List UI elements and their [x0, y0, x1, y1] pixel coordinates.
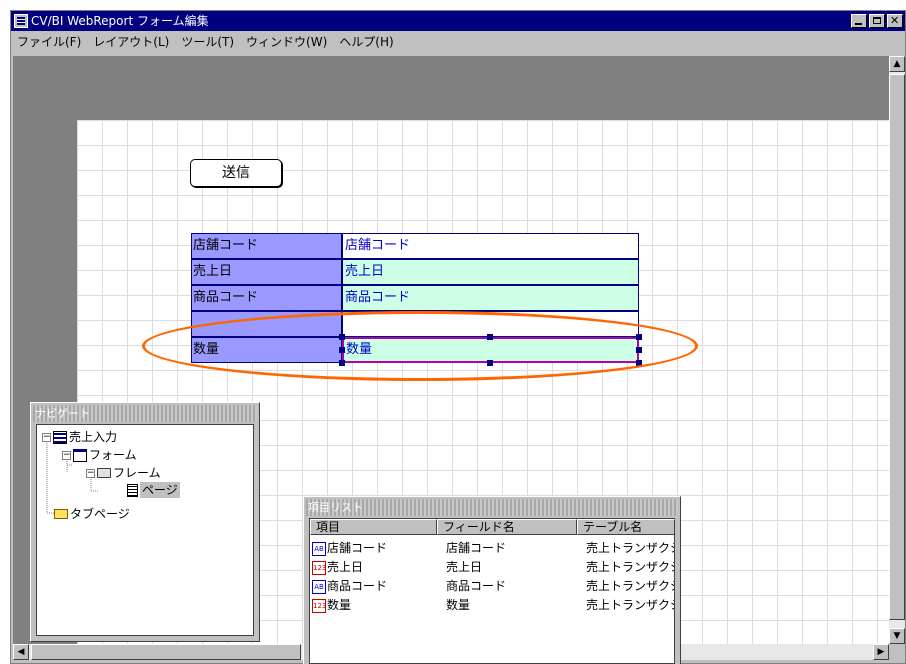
navigator-tree: − 売上入力 − フォーム − フレーム ページ タブページ: [36, 424, 254, 636]
menu-window[interactable]: ウィンドウ(W): [240, 32, 333, 52]
row-label: 店舗コード: [191, 233, 342, 259]
table-name-cell: 売上トランザクション: [586, 541, 674, 555]
numeric-field-icon: 123: [312, 598, 326, 613]
scroll-down-arrow-icon[interactable]: ▼: [889, 628, 905, 644]
collapse-icon[interactable]: −: [62, 450, 71, 460]
item-list: 項目 フィールド名 テーブル名 AB店舗コード 店舗コード 売上トランザクション…: [309, 518, 675, 664]
item-list-title[interactable]: 項目リスト: [306, 499, 678, 516]
scroll-thumb[interactable]: [31, 644, 301, 660]
window-controls: [851, 14, 903, 28]
row-value[interactable]: 店舗コード: [342, 233, 639, 259]
title-bar[interactable]: CV/BI WebReport フォーム編集: [11, 11, 905, 31]
list-item[interactable]: 123数量: [312, 597, 436, 613]
window-icon: [73, 448, 87, 462]
item-list-panel: 項目リスト 項目 フィールド名 テーブル名 AB 店舗コード 店舗コード 売上トラ…: [303, 496, 681, 664]
tree-node-tab-page[interactable]: タブページ: [54, 506, 130, 522]
vertical-scrollbar[interactable]: ▲ ▼: [889, 56, 905, 644]
row-label: 売上日: [191, 259, 342, 285]
item-name: 売上日: [327, 560, 364, 574]
tree-node-label: フォーム: [89, 448, 137, 462]
tree-node-sales-input[interactable]: − 売上入力: [42, 429, 117, 445]
scroll-right-arrow-icon[interactable]: ▶: [873, 644, 889, 660]
field-name-cell: 店舗コード: [446, 541, 507, 555]
folder-icon: [54, 509, 68, 519]
column-header-item[interactable]: 項目: [310, 519, 437, 535]
column-header-table-name[interactable]: テーブル名: [577, 519, 675, 535]
page-icon: [127, 483, 138, 497]
column-header-field-name[interactable]: フィールド名: [437, 519, 577, 535]
frame-icon: [97, 468, 111, 478]
scroll-thumb[interactable]: [889, 74, 905, 620]
table-name-cell: 売上トランザクション: [586, 598, 674, 612]
menu-file[interactable]: ファイル(F): [11, 32, 87, 52]
field-name-cell: 売上日: [446, 560, 483, 574]
maximize-button[interactable]: [869, 14, 885, 28]
list-item[interactable]: 123売上日: [312, 559, 436, 575]
collapse-icon[interactable]: −: [42, 432, 51, 442]
scroll-left-arrow-icon[interactable]: ◀: [13, 644, 29, 660]
form-icon: [53, 430, 67, 444]
tree-node-page[interactable]: ページ: [127, 482, 180, 498]
close-button[interactable]: [887, 14, 903, 28]
row-value[interactable]: 売上日: [342, 259, 639, 285]
list-item[interactable]: AB 商品コード: [312, 578, 436, 594]
collapse-icon[interactable]: −: [86, 468, 95, 478]
field-name-cell: 数量: [446, 598, 471, 612]
highlight-ellipse: [142, 311, 698, 381]
send-button[interactable]: 送信: [190, 159, 282, 187]
row-label: 商品コード: [191, 285, 342, 311]
form-row[interactable]: 店舗コード 店舗コード: [191, 233, 639, 259]
tree-node-label: 売上入力: [69, 430, 118, 444]
text-field-icon: AB: [312, 541, 326, 556]
scroll-up-arrow-icon[interactable]: ▲: [889, 56, 905, 72]
menu-help[interactable]: ヘルプ(H): [333, 32, 399, 52]
text-field-icon: AB: [312, 579, 326, 594]
tree-node-label: ページ: [140, 482, 180, 498]
menu-bar: ファイル(F) レイアウト(L) ツール(T) ウィンドウ(W) ヘルプ(H): [11, 32, 905, 52]
list-item[interactable]: AB 店舗コード: [312, 540, 436, 556]
table-name-cell: 売上トランザクション: [586, 579, 674, 593]
numeric-field-icon: 123: [312, 560, 326, 575]
navigator-panel: ナビゲート − 売上入力 − フォーム − フレーム ページ タブページ: [30, 402, 260, 642]
item-name: 店舗コード: [327, 541, 388, 555]
window-title: CV/BI WebReport フォーム編集: [31, 14, 209, 28]
field-name-cell: 商品コード: [446, 579, 507, 593]
item-name: 数量: [327, 598, 352, 612]
menu-layout[interactable]: レイアウト(L): [87, 32, 175, 52]
row-value[interactable]: 商品コード: [342, 285, 639, 311]
form-row[interactable]: 売上日 売上日: [191, 259, 639, 285]
app-icon[interactable]: [14, 14, 28, 28]
tree-node-frame[interactable]: − フレーム: [86, 465, 161, 481]
minimize-button[interactable]: [851, 14, 867, 28]
item-name: 商品コード: [327, 579, 388, 593]
tree-node-label: タブページ: [70, 507, 130, 521]
table-name-cell: 売上トランザクション: [586, 560, 674, 574]
tree-node-form[interactable]: − フォーム: [62, 447, 137, 463]
tree-node-label: フレーム: [113, 466, 161, 480]
menu-tools[interactable]: ツール(T): [175, 32, 240, 52]
navigator-title[interactable]: ナビゲート: [33, 405, 257, 422]
form-row[interactable]: 商品コード 商品コード: [191, 285, 639, 311]
